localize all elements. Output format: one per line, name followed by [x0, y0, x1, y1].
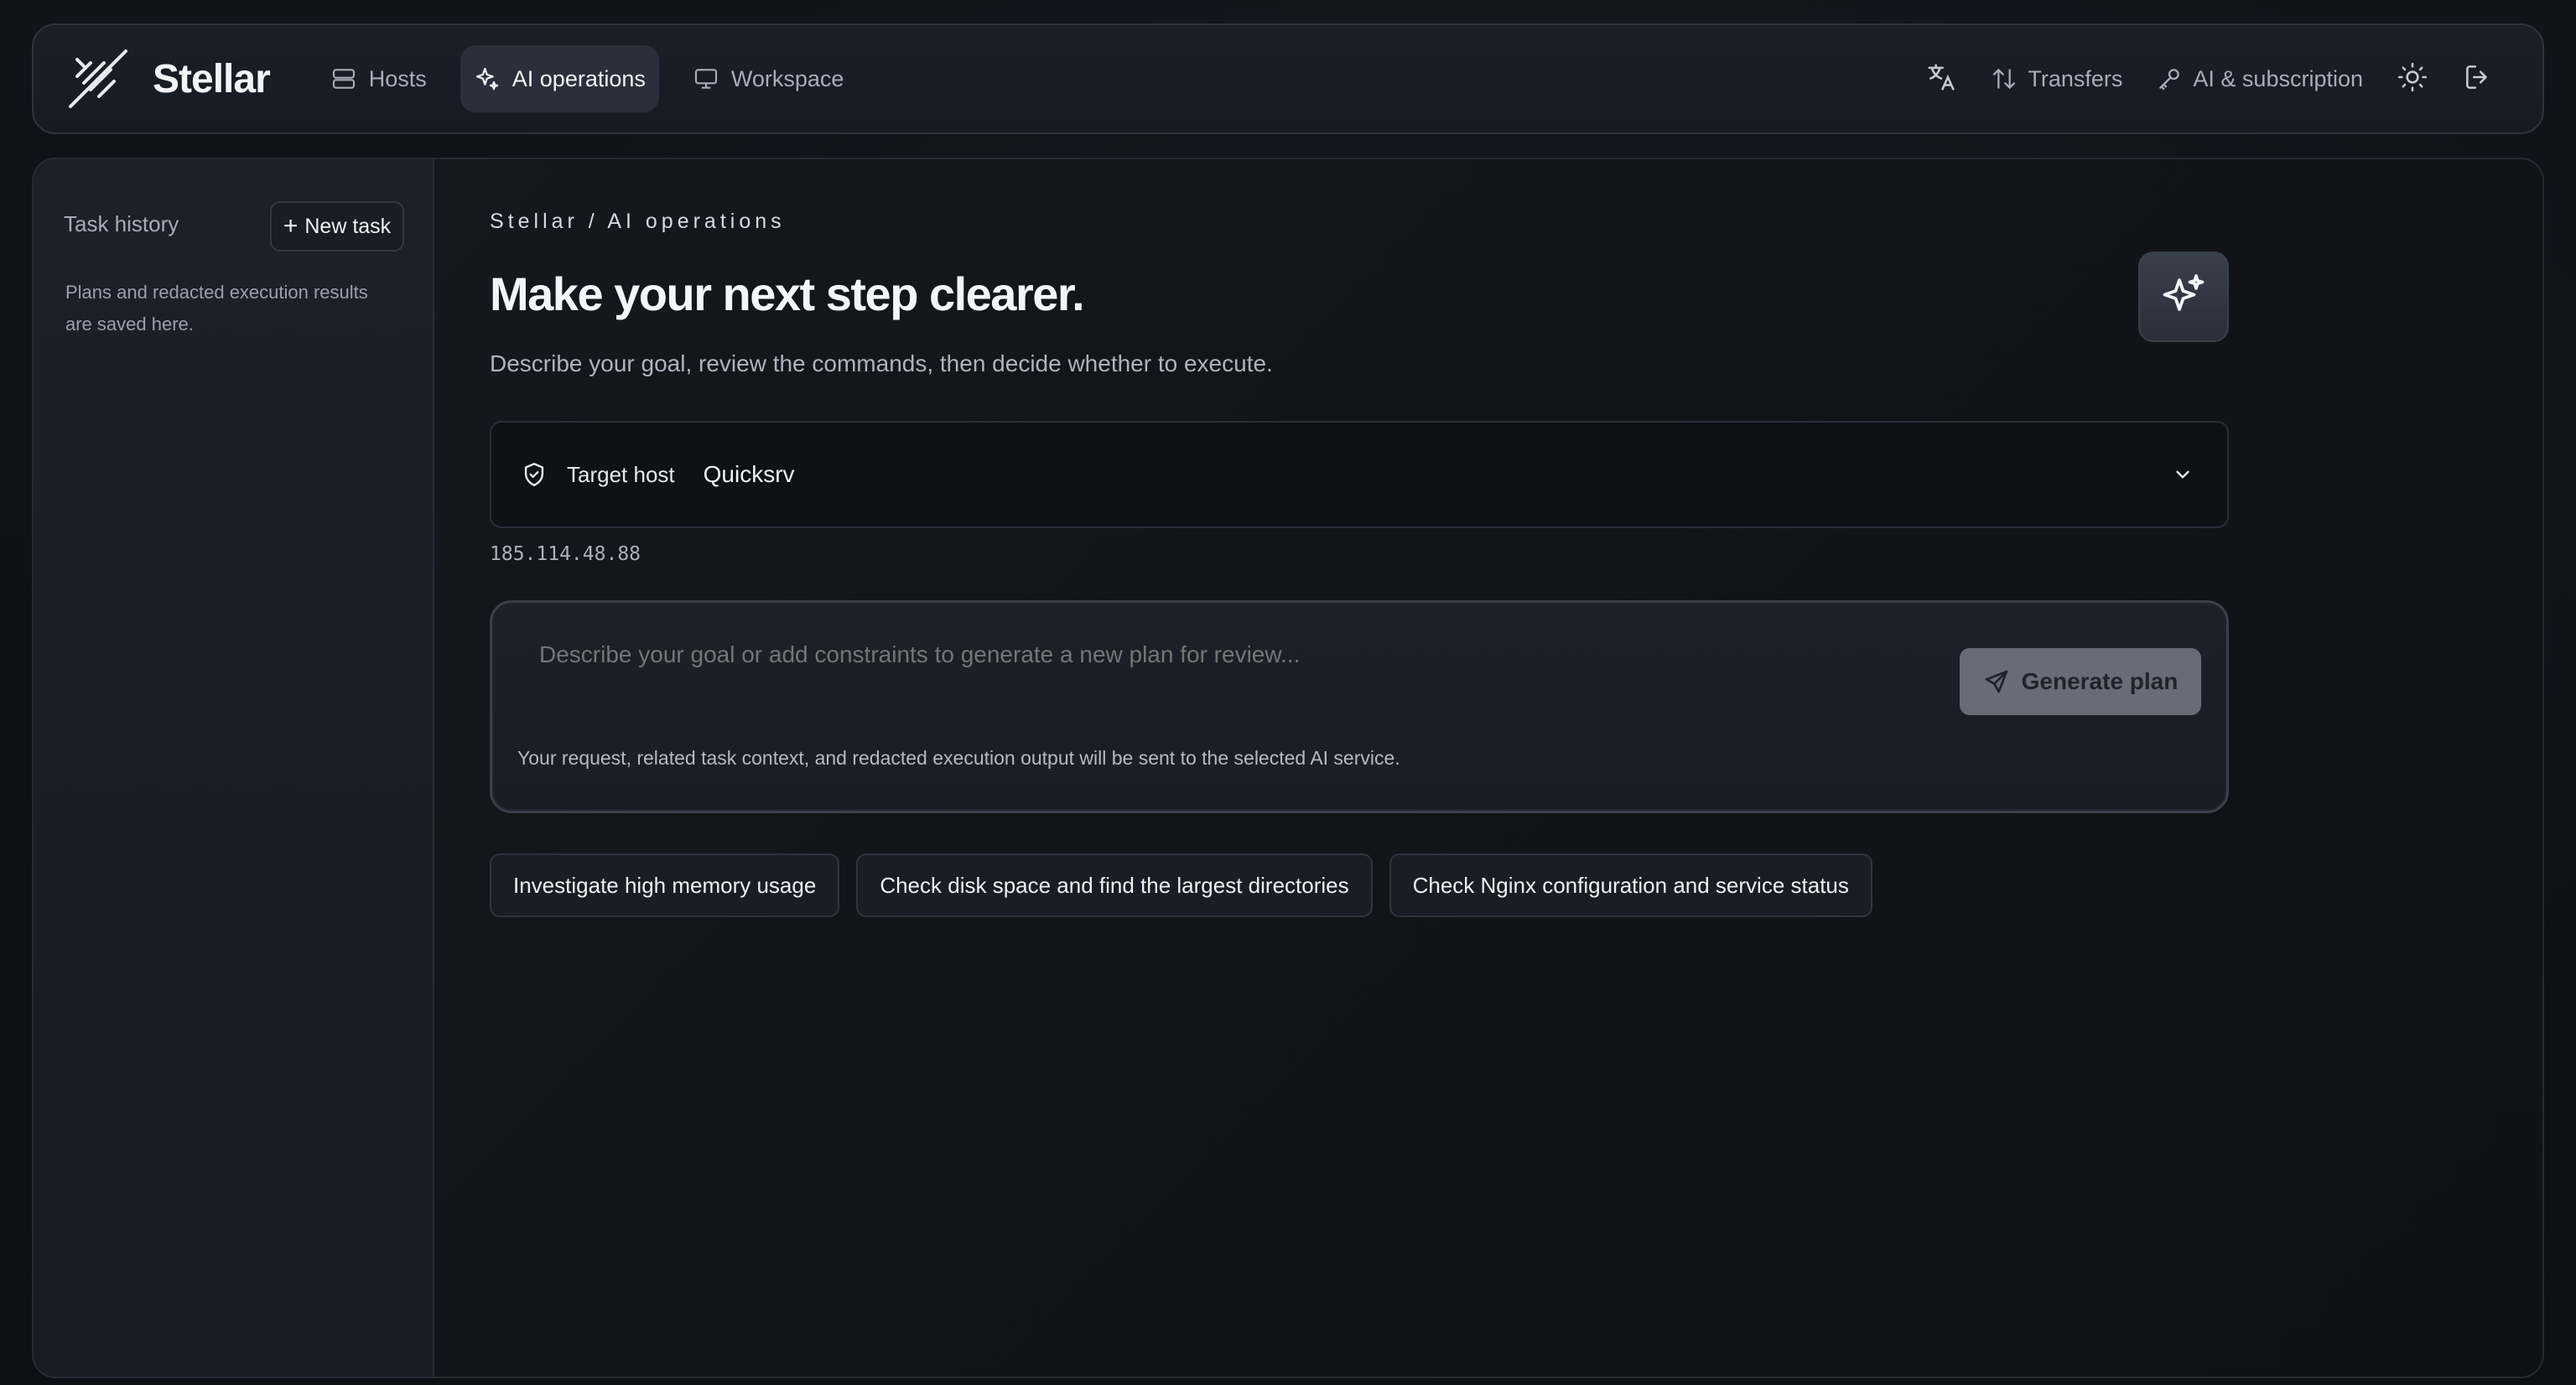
logout-icon [2466, 65, 2487, 89]
target-host-select[interactable]: Target host Quicksrv [490, 421, 2229, 528]
sparkles-icon [475, 67, 498, 91]
nav-item-label: Workspace [730, 65, 844, 91]
generate-plan-label: Generate plan [2021, 668, 2179, 694]
task-history-sidebar: Task history + New task Plans and redact… [34, 159, 434, 1377]
page-title: Make your next step clearer. [490, 267, 1085, 320]
nav-right-actions: Transfers AI & subscription [1925, 45, 2494, 112]
breadcrumb: Stellar / AI operations [490, 210, 786, 233]
target-host-label: Target host [567, 461, 675, 487]
new-task-label: New task [304, 214, 392, 238]
send-icon [1985, 670, 2007, 693]
theme-toggle-button[interactable] [2397, 61, 2428, 97]
sun-icon [2397, 62, 2428, 91]
sidebar-title: Task history [64, 211, 179, 236]
main-nav: Hosts AI operations Workspace [317, 45, 858, 112]
nav-item-label: AI operations [512, 65, 646, 91]
plan-composer: Generate plan Your request, related task… [490, 600, 2229, 813]
chevron-down-icon [2176, 470, 2189, 479]
server-icon [332, 69, 355, 89]
nav-item-label: Hosts [368, 65, 427, 91]
nav-item-ai-operations[interactable]: AI operations [460, 45, 659, 112]
monitor-icon [694, 69, 717, 89]
top-navigation-bar: Stellar Hosts AI operations Workspace Tr… [32, 23, 2544, 134]
main-panel: Task history + New task Plans and redact… [32, 158, 2544, 1378]
nav-item-hosts[interactable]: Hosts [317, 45, 440, 112]
logout-button[interactable] [2462, 61, 2494, 97]
target-host-value: Quicksrv [703, 461, 795, 487]
suggestion-chips: Investigate high memory usage Check disk… [490, 853, 1872, 917]
ai-subscription-label: AI & subscription [2193, 65, 2363, 91]
page-subtitle: Describe your goal, review the commands,… [490, 350, 1273, 376]
brand-name: Stellar [153, 56, 271, 101]
language-button[interactable] [1925, 61, 1957, 97]
nav-item-workspace[interactable]: Workspace [679, 45, 858, 112]
transfers-label: Transfers [2028, 65, 2123, 91]
new-task-button[interactable]: + New task [270, 201, 404, 252]
transfer-arrows-icon [1993, 68, 2016, 90]
shield-check-icon [524, 463, 544, 486]
ai-badge [2138, 252, 2229, 342]
suggestion-chip[interactable]: Investigate high memory usage [490, 853, 840, 917]
stellar-logo-icon [69, 49, 127, 108]
goal-input[interactable] [539, 641, 1881, 668]
suggestion-chip[interactable]: Check Nginx configuration and service st… [1389, 853, 1872, 917]
ai-subscription-button[interactable]: AI & subscription [2156, 45, 2363, 112]
privacy-note: Your request, related task context, and … [517, 747, 1400, 769]
plus-icon: + [283, 212, 299, 240]
sparkles-icon [2163, 274, 2205, 311]
target-host-ip: 185.114.48.88 [490, 543, 641, 565]
key-icon [2159, 69, 2180, 91]
ai-operations-content: Stellar / AI operations Make your next s… [490, 159, 2542, 1377]
generate-plan-button[interactable]: Generate plan [1960, 648, 2201, 715]
translate-icon [1928, 63, 1955, 91]
sidebar-empty-state: Plans and redacted execution results are… [65, 282, 368, 335]
brand[interactable]: Stellar [65, 46, 271, 112]
transfers-button[interactable]: Transfers [1991, 45, 2122, 112]
suggestion-chip[interactable]: Check disk space and find the largest di… [856, 853, 1373, 917]
